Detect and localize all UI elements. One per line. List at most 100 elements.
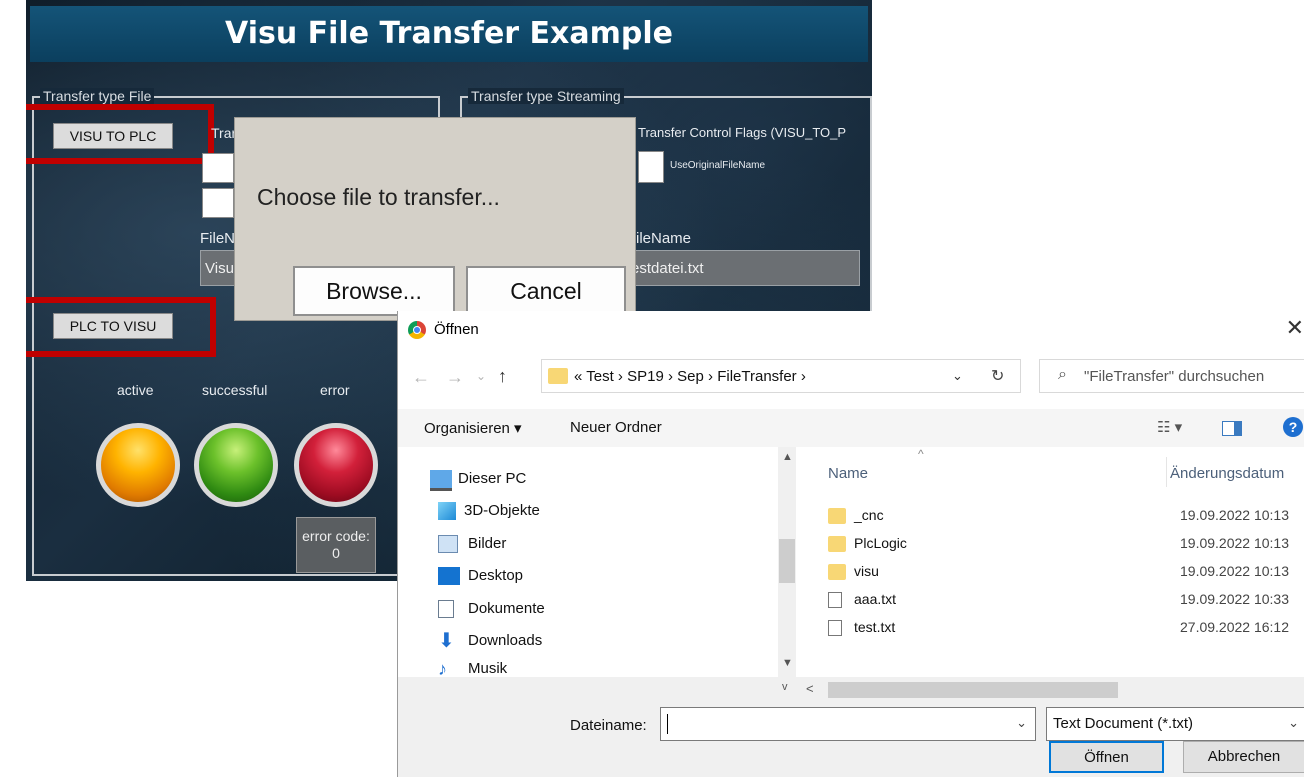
navigation-pane: Dieser PC 3D-Objekte Bilder Desktop Doku… (398, 447, 798, 679)
error-lamp (294, 423, 378, 507)
filename-input[interactable]: ⌄ (660, 707, 1036, 741)
open-button[interactable]: Öffnen (1049, 741, 1164, 773)
file-name: PlcLogic (854, 535, 907, 551)
column-name[interactable]: Name (828, 465, 868, 482)
search-placeholder: "FileTransfer" durchsuchen (1084, 368, 1265, 385)
open-file-dialog: Öffnen ✕ ← → ⌄ ↑ « Test › SP19 › Sep › F… (397, 311, 1304, 777)
checkbox-1[interactable] (202, 153, 234, 183)
error-code-value: 0 (332, 545, 340, 561)
filename-label-partial: FileN (200, 230, 236, 247)
scroll-thumb[interactable] (779, 539, 795, 583)
folder-icon (828, 508, 846, 524)
chrome-icon (408, 321, 426, 339)
dialog-toolbar: Organisieren ▾ Neuer Ordner ☷ ▾ ? (398, 409, 1304, 447)
scroll-left-icon[interactable]: < (806, 681, 814, 696)
breadcrumb-sep[interactable]: Sep (677, 368, 704, 385)
filetype-dropdown-icon[interactable]: ⌄ (1288, 715, 1299, 731)
file-row[interactable]: _cnc 19.09.2022 10:13 (828, 505, 1304, 529)
address-bar[interactable]: « Test › SP19 › Sep › FileTransfer › ⌄ (541, 359, 1021, 393)
stream-flags-label: Transfer Control Flags (VISU_TO_P (638, 125, 847, 140)
file-name: test.txt (854, 619, 896, 635)
file-date: 19.09.2022 10:13 (1180, 507, 1289, 523)
group-file-legend: Transfer type File (40, 88, 155, 104)
horizontal-scroll-thumb[interactable] (828, 682, 1118, 698)
nav-item-label: 3D-Objekte (464, 502, 540, 519)
cancel-button[interactable]: Cancel (466, 266, 626, 316)
pictures-icon (438, 535, 458, 553)
nav-scrollbar[interactable]: ▲ ▼ (778, 447, 796, 677)
successful-label: successful (202, 382, 268, 398)
checkbox-2[interactable] (202, 188, 234, 218)
nav-item-label: Downloads (468, 632, 543, 649)
nav-item-label: Dieser PC (458, 470, 527, 487)
open-dialog-title: Öffnen (434, 321, 479, 338)
file-row[interactable]: test.txt 27.09.2022 16:12 (828, 617, 1304, 641)
help-icon[interactable]: ? (1283, 417, 1303, 437)
column-date[interactable]: Änderungsdatum (1170, 465, 1284, 482)
up-icon[interactable]: ↑ (498, 366, 507, 387)
use-original-filename-label: UseOriginalFileName (670, 160, 766, 171)
search-box[interactable]: ⌕ "FileTransfer" durchsuchen (1039, 359, 1304, 393)
nav-item-label: Desktop (468, 567, 524, 584)
filetype-select[interactable]: Text Document (*.txt) ⌄ (1046, 707, 1304, 741)
filename-label: Dateiname: (570, 717, 647, 734)
stream-filename-field[interactable]: estdatei.txt (626, 250, 860, 286)
download-icon: ⬇ (438, 630, 455, 652)
preview-pane-icon[interactable] (1222, 421, 1242, 436)
group-stream-legend: Transfer type Streaming (468, 88, 624, 104)
visu-title: Visu File Transfer Example (30, 6, 868, 62)
choose-file-message: Choose file to transfer... (257, 184, 500, 210)
highlight-visu-to-plc (26, 104, 214, 164)
error-label: error (320, 382, 350, 398)
nav-item-label: Dokumente (468, 600, 545, 617)
folder-icon (828, 536, 846, 552)
filename-dropdown-icon[interactable]: ⌄ (1016, 715, 1027, 731)
highlight-plc-to-visu (26, 297, 216, 357)
horizontal-scrollbar[interactable]: < (798, 679, 1304, 701)
error-code-label: error code: (302, 528, 370, 544)
breadcrumb-overflow[interactable]: « (574, 368, 582, 385)
file-date: 19.09.2022 10:33 (1180, 591, 1289, 607)
breadcrumb: « Test › SP19 › Sep › FileTransfer › (574, 368, 806, 385)
cube-icon (438, 502, 456, 520)
close-icon[interactable]: ✕ (1286, 315, 1304, 341)
breadcrumb-test[interactable]: Test (586, 368, 614, 385)
dialog-bottom-area: v < Dateiname: ⌄ Text Document (*.txt) ⌄… (398, 677, 1304, 777)
column-divider (1166, 457, 1167, 487)
back-icon[interactable]: ← (412, 367, 430, 388)
refresh-icon[interactable]: ↻ (991, 366, 1004, 386)
file-name: aaa.txt (854, 591, 897, 607)
view-options-icon[interactable]: ☷ ▾ (1157, 418, 1182, 436)
nav-scroll-down-icon[interactable]: v (782, 681, 788, 693)
text-file-icon (828, 620, 842, 636)
organize-button[interactable]: Organisieren ▾ (424, 419, 522, 437)
folder-icon (828, 564, 846, 580)
file-date: 19.09.2022 10:13 (1180, 563, 1289, 579)
file-row[interactable]: visu 19.09.2022 10:13 (828, 561, 1304, 585)
desktop-icon (438, 567, 460, 585)
documents-icon (438, 600, 454, 618)
stream-filename-label: ileName (636, 230, 692, 247)
filetype-value: Text Document (*.txt) (1053, 715, 1194, 732)
abbrechen-button[interactable]: Abbrechen (1183, 741, 1304, 773)
address-dropdown-icon[interactable]: ⌄ (952, 368, 963, 384)
new-folder-button[interactable]: Neuer Ordner (570, 419, 662, 436)
sort-indicator-icon: ^ (918, 447, 924, 461)
forward-icon[interactable]: → (446, 367, 464, 388)
breadcrumb-sp19[interactable]: SP19 (627, 368, 664, 385)
browse-button[interactable]: Browse... (293, 266, 455, 316)
text-cursor (667, 714, 668, 734)
recent-dropdown-icon[interactable]: ⌄ (476, 369, 486, 383)
file-date: 19.09.2022 10:13 (1180, 535, 1289, 551)
error-code-box: error code: 0 (296, 517, 376, 573)
scroll-up-icon[interactable]: ▲ (782, 451, 793, 463)
file-row[interactable]: aaa.txt 19.09.2022 10:33 (828, 589, 1304, 613)
breadcrumb-filetransfer[interactable]: FileTransfer (717, 368, 796, 385)
file-list: ^ Name Änderungsdatum _cnc 19.09.2022 10… (798, 447, 1304, 677)
active-lamp (96, 423, 180, 507)
file-date: 27.09.2022 16:12 (1180, 619, 1289, 635)
music-icon: ♪ (438, 659, 447, 679)
file-row[interactable]: PlcLogic 19.09.2022 10:13 (828, 533, 1304, 557)
scroll-down-icon[interactable]: ▼ (782, 657, 793, 669)
use-original-filename-checkbox[interactable] (638, 151, 664, 183)
